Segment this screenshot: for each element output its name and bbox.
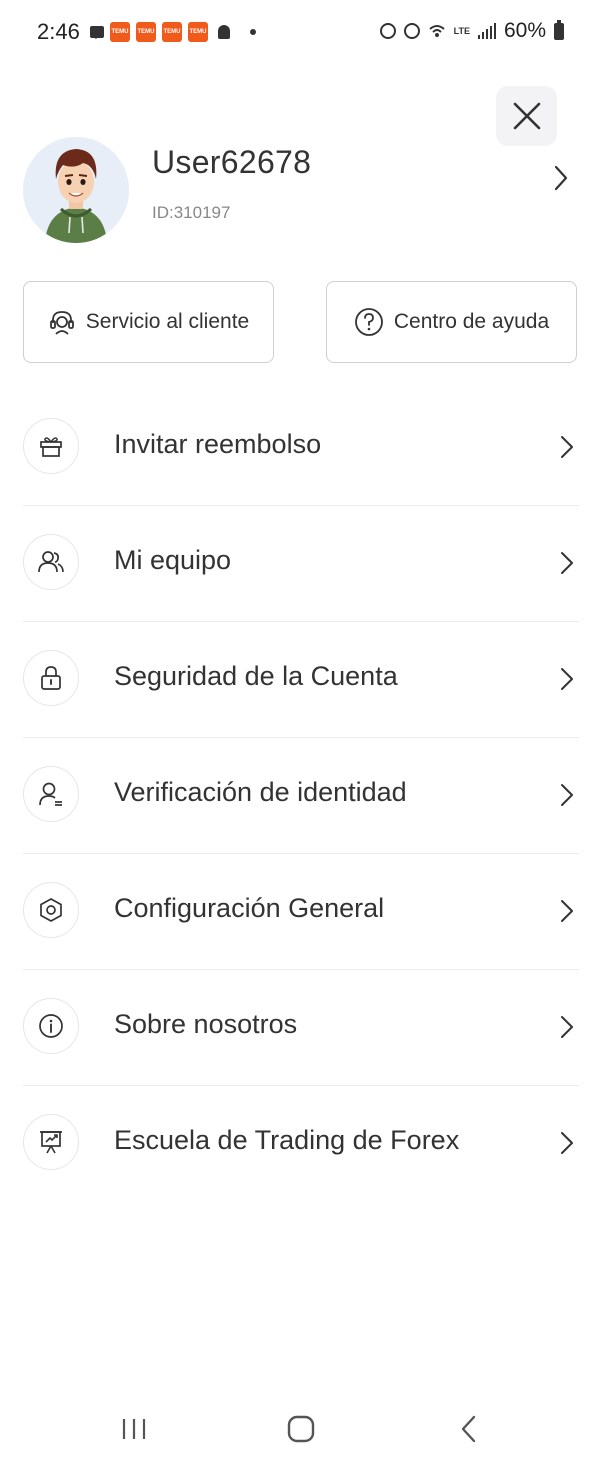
info-icon (23, 998, 79, 1054)
temu-notification-icon: TEMU (110, 22, 130, 42)
system-icons: LTE 60% (379, 19, 564, 43)
customer-service-button[interactable]: Servicio al cliente (23, 281, 274, 363)
temu-notification-icon: TEMU (136, 22, 156, 42)
chevron-right-icon (561, 436, 573, 458)
user-id: ID:310197 (152, 203, 231, 222)
menu-item-label: Seguridad de la Cuenta (114, 661, 398, 691)
status-time: 2:46 (37, 19, 80, 44)
menu-item-forex-school[interactable]: Escuela de Trading de Forex (23, 1086, 579, 1201)
system-navigation-bar (0, 1385, 600, 1467)
more-notifications-dot-icon (250, 29, 256, 35)
menu-item-general-settings[interactable]: Configuración General (23, 854, 579, 970)
menu-item-label: Invitar reembolso (114, 429, 322, 459)
back-button[interactable] (439, 1409, 499, 1449)
chevron-right-icon (561, 1016, 573, 1038)
back-icon (461, 1415, 476, 1443)
battery-icon (554, 19, 564, 40)
home-button[interactable] (271, 1409, 331, 1449)
recent-apps-button[interactable] (104, 1409, 164, 1449)
help-center-label: Centro de ayuda (393, 310, 550, 333)
notification-icons: TEMU TEMU TEMU TEMU (90, 22, 256, 42)
close-icon (513, 102, 540, 130)
chevron-right-icon (561, 784, 573, 806)
menu-item-label: Sobre nosotros (114, 1009, 298, 1039)
menu-item-label: Configuración General (114, 893, 385, 923)
settings-menu: Invitar reembolso Mi equipo Seguridad de… (23, 390, 579, 1201)
menu-item-account-security[interactable]: Seguridad de la Cuenta (23, 622, 579, 738)
profile-header[interactable]: User62678 ID:310197 (0, 130, 600, 250)
temu-notification-icon: TEMU (162, 22, 182, 42)
headset-icon (49, 311, 74, 335)
gift-icon (23, 418, 79, 474)
avatar-illustration (23, 137, 129, 243)
id-person-icon (23, 766, 79, 822)
battery-percent: 60% (503, 19, 546, 42)
menu-item-invite-refund[interactable]: Invitar reembolso (23, 390, 579, 506)
customer-service-label: Servicio al cliente (85, 310, 250, 333)
menu-item-label: Verificación de identidad (114, 777, 407, 807)
chevron-right-icon (561, 900, 573, 922)
lock-icon (23, 650, 79, 706)
help-center-button[interactable]: Centro de ayuda (326, 281, 577, 363)
menu-item-label: Escuela de Trading de Forex (114, 1125, 460, 1155)
question-circle-icon (354, 308, 383, 336)
chevron-right-icon (561, 552, 573, 574)
temu-notification-icon: TEMU (188, 22, 208, 42)
presentation-icon (23, 1114, 79, 1170)
menu-item-label: Mi equipo (114, 545, 232, 575)
username: User62678 (152, 144, 312, 180)
menu-item-my-team[interactable]: Mi equipo (23, 506, 579, 622)
lte-indicator: LTE (453, 25, 470, 36)
signal-icon (477, 23, 496, 39)
snapchat-icon (218, 25, 230, 39)
chevron-right-icon (561, 1132, 573, 1154)
menu-item-identity-verification[interactable]: Verificación de identidad (23, 738, 579, 854)
recent-apps-icon (122, 1419, 146, 1439)
chevron-right-icon (554, 165, 568, 191)
chevron-right-icon (561, 668, 573, 690)
status-bar: 2:46 TEMU TEMU TEMU TEMU LTE 60% (0, 0, 600, 66)
wifi-icon (428, 25, 445, 37)
battery-saver-icon (379, 23, 396, 39)
team-icon (23, 534, 79, 590)
settings-icon (23, 882, 79, 938)
home-icon (287, 1415, 315, 1443)
message-icon (90, 26, 104, 39)
alarm-icon (403, 23, 420, 39)
avatar (23, 137, 129, 243)
menu-item-about-us[interactable]: Sobre nosotros (23, 970, 579, 1086)
